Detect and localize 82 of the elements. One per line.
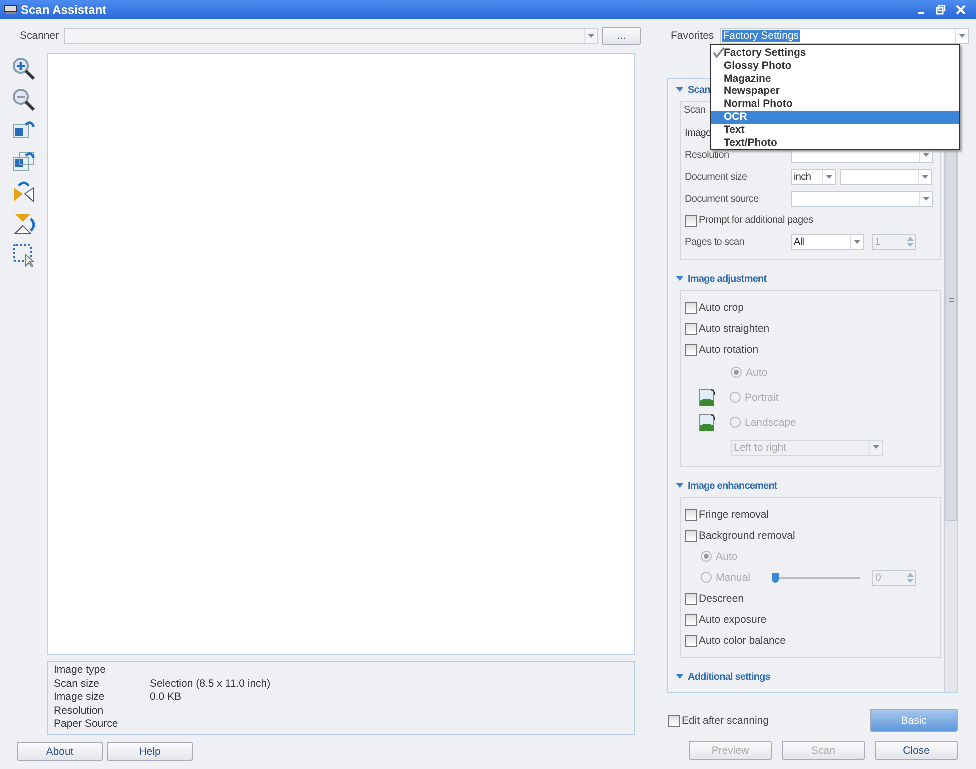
checkbox-label: Fringe removal — [699, 508, 770, 520]
section-title[interactable]: Scan — [688, 84, 710, 96]
field-label: Resolution — [685, 150, 730, 160]
checkbox-label: Edit after scanning — [682, 714, 769, 726]
select-area-icon[interactable] — [10, 242, 36, 268]
menu-item[interactable]: Text — [711, 124, 959, 137]
collapse-icon[interactable] — [676, 87, 684, 93]
dialog-button[interactable]: About — [17, 742, 103, 761]
caret-icon — [854, 240, 860, 244]
menu-item[interactable]: Magazine — [711, 72, 959, 86]
checkbox[interactable] — [685, 530, 697, 542]
checkbox-label: Background removal — [699, 530, 796, 542]
info-label: Paper Source — [54, 718, 120, 732]
radio-label: Manual — [716, 572, 750, 584]
info-value: Selection (8.5 x 11.0 inch) — [150, 678, 271, 692]
section-title[interactable]: Image enhancement — [688, 480, 778, 492]
checkbox[interactable] — [668, 714, 680, 726]
info-label: Resolution — [54, 704, 105, 718]
checkbox[interactable] — [685, 592, 697, 604]
check-icon — [713, 47, 725, 58]
field-label: Document size — [685, 172, 748, 182]
scanner-label: Scanner — [20, 30, 60, 42]
menu-item[interactable]: Text/Photo — [711, 136, 959, 150]
menu-item[interactable]: Newspaper — [711, 85, 959, 98]
browse-button[interactable]: ... — [602, 27, 642, 45]
radio-label: Landscape — [745, 416, 796, 428]
pages-dropdown[interactable]: All — [791, 234, 864, 250]
menu-item[interactable]: Factory Settings — [711, 47, 959, 60]
landscape-image-icon — [699, 414, 717, 432]
field-label: Pages to scan — [685, 236, 746, 248]
window-title: Scan Assistant — [21, 2, 107, 16]
caret-icon — [922, 174, 928, 180]
caret-icon — [588, 34, 595, 38]
checkbox-label: Auto rotation — [699, 344, 759, 356]
info-label: Scan size — [54, 678, 101, 692]
info-value: 0.0 KB — [150, 691, 182, 705]
checkbox[interactable] — [685, 614, 697, 626]
collapse-icon[interactable] — [676, 674, 684, 680]
checkbox-label: Auto straighten — [699, 322, 770, 334]
favorites-label: Favorites — [671, 30, 714, 42]
checkbox-label: Auto exposure — [699, 614, 767, 626]
caret-icon — [922, 152, 930, 158]
caret-icon — [958, 34, 966, 38]
scanner-icon — [4, 4, 18, 15]
dialog-button[interactable]: Close — [875, 741, 958, 760]
menu-item[interactable]: Glossy Photo — [711, 60, 959, 73]
field-label: Document source — [685, 194, 760, 204]
caret-icon — [922, 196, 930, 202]
info-label: Image type — [54, 664, 107, 678]
checkbox[interactable] — [685, 302, 697, 314]
collapse-icon[interactable] — [676, 483, 684, 489]
zoom-in-icon[interactable] — [10, 56, 36, 82]
checkbox-label: Auto crop — [699, 302, 744, 314]
portrait-image-icon — [699, 388, 717, 406]
favorites-dropdown[interactable]: Factory Settings — [720, 28, 970, 44]
checkbox[interactable] — [685, 322, 697, 334]
group-label: Scan — [684, 105, 706, 116]
menu-item[interactable]: OCR — [711, 110, 959, 124]
checkbox[interactable] — [685, 508, 697, 520]
section-title[interactable]: Image adjustment — [688, 274, 767, 284]
checkbox-label: Prompt for additional pages — [699, 215, 814, 226]
restore-icon[interactable] — [936, 4, 946, 14]
menu-item[interactable]: Normal Photo — [711, 98, 959, 111]
checkbox-label: Auto color balance — [699, 634, 786, 646]
radio-label: Auto — [716, 550, 738, 562]
grip-icon — [948, 298, 954, 302]
field-label: Image — [685, 128, 712, 138]
checkbox[interactable] — [685, 634, 697, 646]
caret-icon — [826, 174, 832, 180]
unit-dropdown[interactable]: inch — [791, 169, 836, 185]
caret-icon — [872, 445, 880, 450]
radio-label: Portrait — [745, 392, 779, 404]
info-label: Image size — [54, 691, 106, 705]
close-icon[interactable] — [956, 4, 966, 14]
section-title[interactable]: Additional settings — [688, 672, 770, 682]
checkbox[interactable] — [685, 214, 697, 226]
dialog-button[interactable]: Help — [107, 742, 193, 761]
radio-label: Auto — [746, 366, 768, 378]
checkbox-label: Descreen — [699, 592, 744, 604]
zoom-out-icon[interactable] — [10, 87, 36, 113]
checkbox[interactable] — [685, 344, 697, 356]
collapse-icon[interactable] — [676, 276, 684, 282]
